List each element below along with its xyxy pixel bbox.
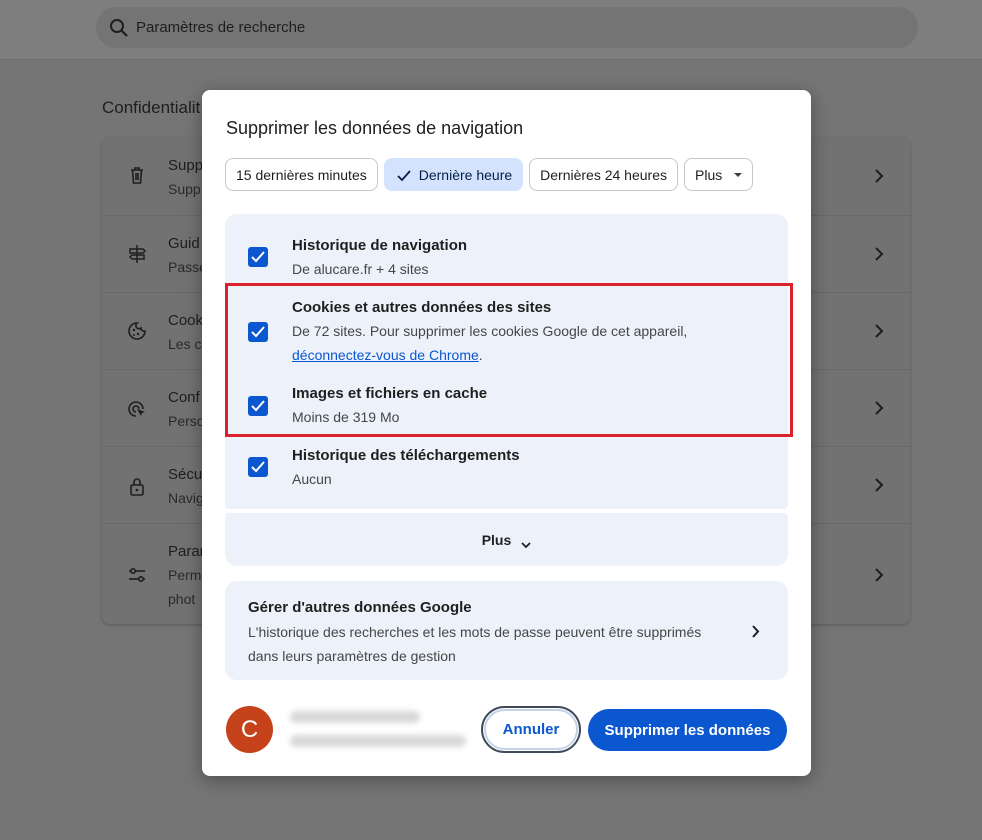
data-type-options: Historique de navigation De alucare.fr +… — [225, 214, 788, 509]
option-detail-link-line: déconnectez-vous de Chrome. — [292, 343, 483, 367]
settings-search-box[interactable]: Paramètres de recherche — [96, 7, 918, 48]
chevron-right-icon — [874, 568, 884, 582]
checkbox-checked-icon[interactable] — [248, 322, 268, 342]
lock-icon — [126, 476, 148, 498]
chevron-down-icon — [521, 536, 531, 549]
chevron-right-icon — [874, 247, 884, 261]
google-data-title: Gérer d'autres données Google — [248, 599, 472, 616]
cancel-button[interactable]: Annuler — [481, 706, 581, 753]
row-title: Cook — [168, 312, 204, 329]
row-title: Sécu — [168, 466, 203, 483]
settings-top-bar: Paramètres de recherche — [0, 0, 982, 60]
option-cookies[interactable]: Cookies et autres données des sites De 7… — [225, 280, 788, 368]
cookie-icon — [126, 320, 148, 342]
avatar: C — [226, 706, 273, 753]
chip-label: Plus — [695, 166, 723, 183]
option-label: Cookies et autres données des sites — [292, 299, 552, 316]
chip-label: Dernière heure — [418, 166, 513, 183]
option-detail: Moins de 319 Mo — [292, 409, 400, 425]
account-info-blurred — [284, 703, 474, 757]
time-range-more-dropdown[interactable]: Plus — [684, 158, 754, 191]
clear-browsing-data-dialog: Supprimer les données de navigation 15 d… — [202, 90, 811, 776]
option-detail: Aucun — [292, 471, 332, 487]
manage-google-data-link[interactable]: Gérer d'autres données Google L'historiq… — [225, 581, 788, 680]
search-icon — [108, 17, 130, 39]
time-range-chip-last-hour[interactable]: Dernière heure — [383, 158, 524, 191]
option-browsing-history[interactable]: Historique de navigation De alucare.fr +… — [225, 214, 788, 280]
chip-label: 15 dernières minutes — [236, 166, 367, 183]
checkbox-checked-icon[interactable] — [248, 457, 268, 477]
row-title: Guid — [168, 235, 200, 252]
dropdown-caret-icon — [734, 172, 743, 177]
link-suffix: . — [478, 347, 483, 363]
row-subtitle: Supp — [168, 181, 201, 197]
row-subtitle: Navig — [168, 490, 204, 506]
chevron-right-icon — [874, 401, 884, 415]
cursor-target-icon — [126, 398, 148, 420]
checkbox-checked-icon[interactable] — [248, 396, 268, 416]
time-range-chip-24h[interactable]: Dernières 24 heures — [529, 158, 678, 191]
option-download-history[interactable]: Historique des téléchargements Aucun — [225, 434, 788, 509]
more-label: Plus — [481, 531, 512, 548]
time-range-chips: 15 dernières minutes Dernière heure Dern… — [225, 158, 754, 191]
more-options-button[interactable]: Plus — [225, 513, 788, 566]
option-label: Historique de navigation — [292, 237, 468, 254]
chevron-right-icon — [751, 625, 760, 638]
delete-data-button[interactable]: Supprimer les données — [588, 709, 787, 751]
option-label: Images et fichiers en cache — [292, 385, 488, 402]
option-detail: De alucare.fr + 4 sites — [292, 261, 429, 277]
chevron-right-icon — [874, 478, 884, 492]
google-data-description: L'historique des recherches et les mots … — [248, 624, 702, 664]
trash-icon — [126, 164, 148, 186]
signpost-icon — [126, 243, 148, 265]
row-title: Supp — [168, 157, 204, 174]
row-subtitle: Les c — [168, 336, 202, 352]
chevron-right-icon — [874, 169, 884, 183]
check-icon — [397, 169, 411, 181]
option-detail: De 72 sites. Pour supprimer les cookies … — [292, 323, 688, 339]
section-title: Confidentialit — [102, 98, 201, 117]
chip-label: Dernières 24 heures — [540, 166, 667, 183]
row-subtitle-2: phot — [168, 591, 196, 607]
account-email-blurred — [290, 735, 466, 747]
option-cached-images[interactable]: Images et fichiers en cache Moins de 319… — [225, 368, 788, 434]
chevron-right-icon — [874, 324, 884, 338]
row-subtitle: Perso — [168, 413, 205, 429]
search-placeholder: Paramètres de recherche — [136, 19, 306, 36]
checkbox-checked-icon[interactable] — [248, 247, 268, 267]
dialog-title: Supprimer les données de navigation — [226, 118, 524, 138]
account-name-blurred — [290, 711, 420, 723]
row-title: Conf — [168, 389, 200, 406]
time-range-chip-15min[interactable]: 15 dernières minutes — [225, 158, 378, 191]
row-subtitle: Perm — [168, 567, 202, 583]
option-label: Historique des téléchargements — [292, 447, 520, 464]
sign-out-chrome-link[interactable]: déconnectez-vous de Chrome — [292, 347, 479, 363]
tune-icon — [126, 564, 148, 586]
